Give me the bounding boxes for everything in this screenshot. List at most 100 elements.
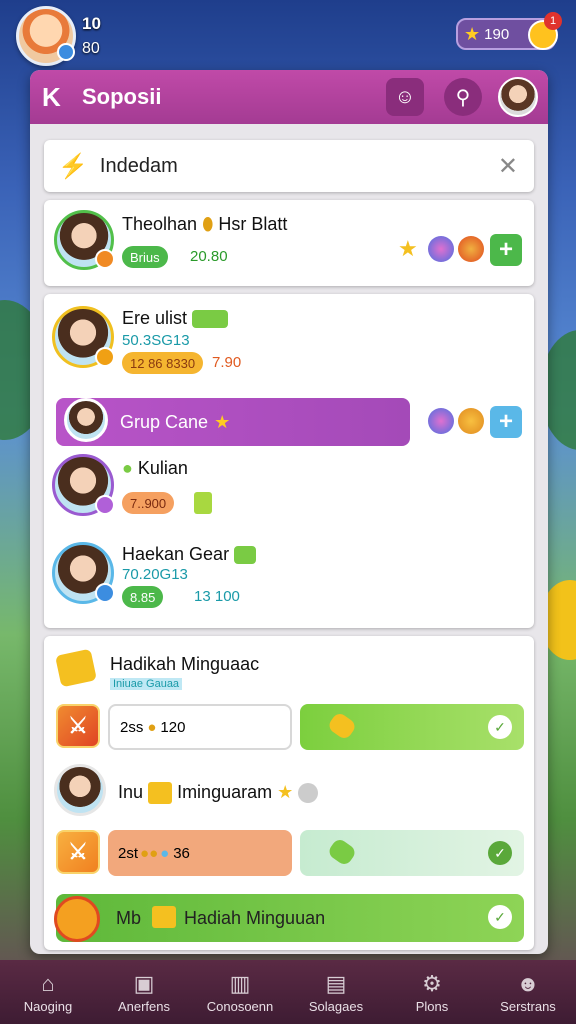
friend-pill: 12 86 8330 [122, 352, 204, 374]
check-icon: ✓ [488, 905, 512, 929]
nav-label: Naoging [23, 998, 73, 1014]
nav-shop[interactable]: ▥ Conosoenn [192, 960, 288, 1024]
reward-field-value: 36 [173, 844, 190, 862]
player-avatar[interactable] [16, 6, 76, 66]
chest-icon [152, 906, 176, 928]
group-avatar [64, 398, 108, 442]
friends-icon: ☻ [516, 970, 540, 996]
claim-weekly-button[interactable]: Mb Hadiah Minguuan ✓ [54, 894, 524, 942]
claim-reward-button[interactable]: ✓ [300, 830, 524, 876]
friend-avatar[interactable] [52, 306, 115, 368]
reward-field[interactable]: 2st ●● ● 36 [108, 830, 292, 876]
weekly-rewards-card: Hadikah Minguaac Iniuae Gauaa ⚔ 2ss ● 12… [44, 636, 534, 950]
friend-name-row: Theolhan ⬮ Hsr Blatt [122, 214, 287, 235]
level-badge-icon [57, 43, 75, 61]
star-icon: ★ [277, 782, 294, 802]
coin-icon [326, 710, 358, 742]
reward-field-value: 120 [160, 718, 186, 736]
shop-icon: ▥ [229, 970, 251, 996]
rewards-subtitle: Iniuae Gauaa [110, 678, 183, 690]
nav-settings[interactable]: ⚙ Plons [384, 960, 480, 1024]
friend-name-extra: Hsr Blatt [218, 214, 288, 234]
friend-name: Ere ulist [122, 308, 188, 328]
claim-prefix: Mb [116, 908, 142, 928]
friend-pill: 8.85 [122, 586, 164, 608]
back-button[interactable]: K [42, 82, 82, 113]
friend-avatar[interactable] [52, 454, 115, 516]
friend-name-row: Ere ulist [122, 308, 229, 329]
group-bar[interactable]: Grup Cane ★ [56, 398, 410, 446]
friends-list-card: Ere ulist 50.3SG13 12 86 8330 7.90 Grup … [44, 294, 534, 628]
friend-sub-value: 70.20G13 [122, 566, 188, 583]
nav-stats[interactable]: ▤ Solagaes [288, 960, 384, 1024]
friend-pill: 7..900 [122, 492, 175, 514]
friend-name: Theolhan [122, 214, 198, 234]
friend-value: 7.90 [212, 354, 242, 371]
friend-name-row: ● Kulian [122, 458, 188, 479]
search-icon: ⚲ [455, 86, 471, 109]
search-card[interactable]: ⚡ Indedam ✕ [44, 140, 534, 192]
globe-icon: ● [160, 844, 170, 862]
star-icon: ★ [398, 236, 418, 261]
leaf-icon [326, 836, 358, 868]
reward-avatar [54, 764, 106, 816]
trophy-icon [55, 648, 97, 688]
rewards-title: Hadikah Minguaac [110, 654, 259, 675]
reward-field-label: 2ss [120, 718, 144, 736]
check-icon: ✓ [488, 841, 512, 865]
bag-icon: ▣ [133, 970, 155, 996]
home-icon: ⌂ [41, 970, 55, 996]
check-icon: ✓ [488, 715, 512, 739]
nav-label: Plons [415, 998, 449, 1014]
gem-icon [428, 236, 454, 262]
top-hud: 10 80 ★ 190 1 [0, 0, 576, 70]
search-button[interactable]: ⚲ [444, 78, 482, 116]
fire-icon [458, 236, 484, 262]
panel-header: K Soposii ☺ ⚲ [30, 70, 548, 124]
friend-sub-value: 50.3SG13 [122, 332, 190, 349]
coin-icon: ●● [140, 844, 159, 862]
notification-badge: 1 [544, 12, 562, 30]
reward-badge-icon: ⚔ [56, 830, 100, 874]
group-label: Grup Cane [120, 411, 209, 432]
search-input[interactable]: Indedam [100, 155, 178, 178]
reward-row-title: Inu Iminguaram ★ [118, 782, 319, 805]
nav-label: Solagaes [308, 998, 364, 1014]
reward-badge-icon: ⚔ [56, 704, 100, 748]
status-icon [95, 347, 115, 367]
friend-value: 13 100 [194, 588, 240, 605]
friend-value: 20.80 [190, 248, 228, 265]
profile-avatar[interactable] [498, 77, 538, 117]
status-icon [95, 583, 115, 603]
claim-reward-button[interactable]: ✓ [300, 704, 524, 750]
nav-label: Anerfens [117, 998, 171, 1014]
coin-counter[interactable]: ★ 190 1 [456, 12, 562, 50]
coin-icon: ⬮ [202, 214, 214, 234]
friend-avatar[interactable] [52, 542, 115, 604]
close-icon[interactable]: ✕ [498, 152, 518, 181]
nav-home[interactable]: ⌂ Naoging [0, 960, 96, 1024]
star-icon: ★ [464, 23, 481, 44]
friend-avatar[interactable] [54, 210, 115, 270]
panel-title: Soposii [82, 84, 162, 109]
star-icon: ★ [214, 411, 231, 432]
rewards-title-text: Hadikah Minguaac [110, 654, 260, 674]
friend-pill: Brius [122, 246, 168, 268]
reward-row-label: Iminguaram [177, 782, 273, 802]
add-group-button[interactable]: + [490, 406, 522, 438]
friend-card[interactable]: Theolhan ⬮ Hsr Blatt Brius 20.80 ★ + [44, 200, 534, 286]
silver-coin-icon [298, 783, 319, 804]
bottom-navigation: ⌂ Naoging ▣ Anerfens ▥ Conosoenn ▤ Solag… [0, 960, 576, 1024]
status-icon [95, 249, 115, 269]
friend-name: Kulian [137, 458, 188, 478]
add-friend-button[interactable]: + [490, 234, 522, 266]
gift-icon [194, 492, 212, 514]
leaf-icon: ● [122, 458, 133, 478]
reward-field[interactable]: 2ss ● 120 [108, 704, 292, 750]
gift-icon [234, 546, 257, 565]
nav-bag[interactable]: ▣ Anerfens [96, 960, 192, 1024]
chest-icon [148, 782, 173, 805]
add-friend-button[interactable]: ☺ [386, 78, 424, 116]
nav-friends[interactable]: ☻ Serstrans [480, 960, 576, 1024]
sort-icon: ⚡ [58, 152, 88, 180]
